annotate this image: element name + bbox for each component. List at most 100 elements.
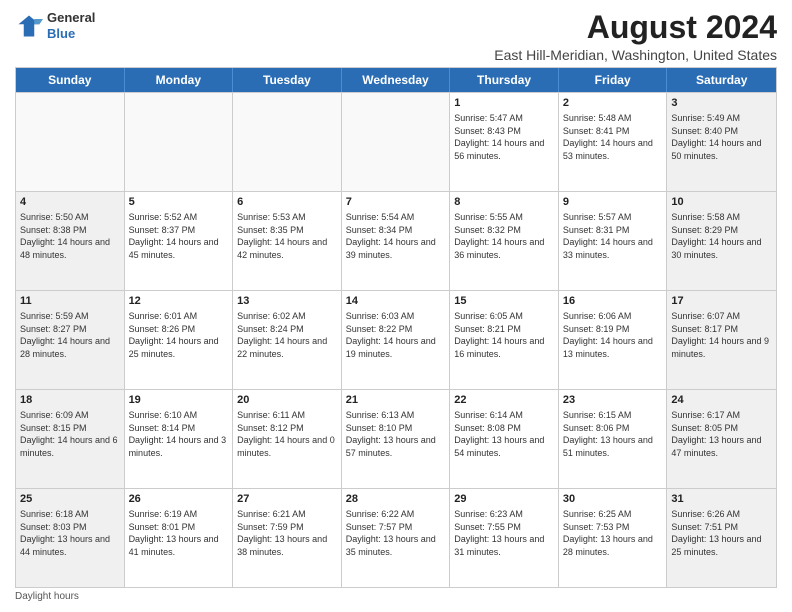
day-number: 17	[671, 294, 772, 309]
day-number: 28	[346, 492, 446, 507]
cal-cell-4-2: 27Sunrise: 6:21 AM Sunset: 7:59 PM Dayli…	[233, 489, 342, 587]
cal-cell-3-2: 20Sunrise: 6:11 AM Sunset: 8:12 PM Dayli…	[233, 390, 342, 488]
cell-info: Sunrise: 5:50 AM Sunset: 8:38 PM Dayligh…	[20, 211, 120, 261]
header-day-tuesday: Tuesday	[233, 68, 342, 92]
calendar-row-0: 1Sunrise: 5:47 AM Sunset: 8:43 PM Daylig…	[16, 92, 776, 191]
cell-info: Sunrise: 6:26 AM Sunset: 7:51 PM Dayligh…	[671, 508, 772, 558]
cell-info: Sunrise: 5:55 AM Sunset: 8:32 PM Dayligh…	[454, 211, 554, 261]
cell-info: Sunrise: 6:06 AM Sunset: 8:19 PM Dayligh…	[563, 310, 663, 360]
cell-info: Sunrise: 6:17 AM Sunset: 8:05 PM Dayligh…	[671, 409, 772, 459]
day-number: 29	[454, 492, 554, 507]
cal-cell-3-4: 22Sunrise: 6:14 AM Sunset: 8:08 PM Dayli…	[450, 390, 559, 488]
logo-general: General	[47, 10, 95, 26]
calendar-row-4: 25Sunrise: 6:18 AM Sunset: 8:03 PM Dayli…	[16, 488, 776, 587]
day-number: 22	[454, 393, 554, 408]
location-title: East Hill-Meridian, Washington, United S…	[494, 47, 777, 63]
day-number: 31	[671, 492, 772, 507]
cell-info: Sunrise: 5:54 AM Sunset: 8:34 PM Dayligh…	[346, 211, 446, 261]
day-number: 12	[129, 294, 229, 309]
cal-cell-2-2: 13Sunrise: 6:02 AM Sunset: 8:24 PM Dayli…	[233, 291, 342, 389]
cell-info: Sunrise: 6:09 AM Sunset: 8:15 PM Dayligh…	[20, 409, 120, 459]
day-number: 20	[237, 393, 337, 408]
header-day-thursday: Thursday	[450, 68, 559, 92]
cell-info: Sunrise: 6:05 AM Sunset: 8:21 PM Dayligh…	[454, 310, 554, 360]
cal-cell-2-6: 17Sunrise: 6:07 AM Sunset: 8:17 PM Dayli…	[667, 291, 776, 389]
cal-cell-2-0: 11Sunrise: 5:59 AM Sunset: 8:27 PM Dayli…	[16, 291, 125, 389]
cell-info: Sunrise: 5:48 AM Sunset: 8:41 PM Dayligh…	[563, 112, 663, 162]
day-number: 1	[454, 96, 554, 111]
cell-info: Sunrise: 6:03 AM Sunset: 8:22 PM Dayligh…	[346, 310, 446, 360]
cal-cell-0-2	[233, 93, 342, 191]
cal-cell-1-5: 9Sunrise: 5:57 AM Sunset: 8:31 PM Daylig…	[559, 192, 668, 290]
cal-cell-2-5: 16Sunrise: 6:06 AM Sunset: 8:19 PM Dayli…	[559, 291, 668, 389]
cal-cell-0-5: 2Sunrise: 5:48 AM Sunset: 8:41 PM Daylig…	[559, 93, 668, 191]
header-day-saturday: Saturday	[667, 68, 776, 92]
month-title: August 2024	[494, 10, 777, 45]
day-number: 11	[20, 294, 120, 309]
cell-info: Sunrise: 5:47 AM Sunset: 8:43 PM Dayligh…	[454, 112, 554, 162]
cell-info: Sunrise: 6:22 AM Sunset: 7:57 PM Dayligh…	[346, 508, 446, 558]
day-number: 19	[129, 393, 229, 408]
cal-cell-4-1: 26Sunrise: 6:19 AM Sunset: 8:01 PM Dayli…	[125, 489, 234, 587]
cal-cell-1-6: 10Sunrise: 5:58 AM Sunset: 8:29 PM Dayli…	[667, 192, 776, 290]
header-day-sunday: Sunday	[16, 68, 125, 92]
header-day-wednesday: Wednesday	[342, 68, 451, 92]
cal-cell-4-4: 29Sunrise: 6:23 AM Sunset: 7:55 PM Dayli…	[450, 489, 559, 587]
cell-info: Sunrise: 6:10 AM Sunset: 8:14 PM Dayligh…	[129, 409, 229, 459]
cell-info: Sunrise: 6:02 AM Sunset: 8:24 PM Dayligh…	[237, 310, 337, 360]
calendar-row-1: 4Sunrise: 5:50 AM Sunset: 8:38 PM Daylig…	[16, 191, 776, 290]
cell-info: Sunrise: 5:58 AM Sunset: 8:29 PM Dayligh…	[671, 211, 772, 261]
cal-cell-3-0: 18Sunrise: 6:09 AM Sunset: 8:15 PM Dayli…	[16, 390, 125, 488]
day-number: 9	[563, 195, 663, 210]
day-number: 4	[20, 195, 120, 210]
cell-info: Sunrise: 5:49 AM Sunset: 8:40 PM Dayligh…	[671, 112, 772, 162]
day-number: 25	[20, 492, 120, 507]
cal-cell-1-1: 5Sunrise: 5:52 AM Sunset: 8:37 PM Daylig…	[125, 192, 234, 290]
cell-info: Sunrise: 6:18 AM Sunset: 8:03 PM Dayligh…	[20, 508, 120, 558]
cal-cell-3-1: 19Sunrise: 6:10 AM Sunset: 8:14 PM Dayli…	[125, 390, 234, 488]
day-number: 2	[563, 96, 663, 111]
cal-cell-2-1: 12Sunrise: 6:01 AM Sunset: 8:26 PM Dayli…	[125, 291, 234, 389]
day-number: 16	[563, 294, 663, 309]
cal-cell-0-0	[16, 93, 125, 191]
day-number: 14	[346, 294, 446, 309]
header-day-monday: Monday	[125, 68, 234, 92]
cal-cell-0-3	[342, 93, 451, 191]
cell-info: Sunrise: 6:25 AM Sunset: 7:53 PM Dayligh…	[563, 508, 663, 558]
cal-cell-3-3: 21Sunrise: 6:13 AM Sunset: 8:10 PM Dayli…	[342, 390, 451, 488]
footer-note: Daylight hours	[15, 591, 777, 602]
page: General Blue August 2024 East Hill-Merid…	[0, 0, 792, 612]
day-number: 26	[129, 492, 229, 507]
day-number: 8	[454, 195, 554, 210]
header-day-friday: Friday	[559, 68, 668, 92]
day-number: 21	[346, 393, 446, 408]
cal-cell-3-5: 23Sunrise: 6:15 AM Sunset: 8:06 PM Dayli…	[559, 390, 668, 488]
calendar-row-3: 18Sunrise: 6:09 AM Sunset: 8:15 PM Dayli…	[16, 389, 776, 488]
cal-cell-1-0: 4Sunrise: 5:50 AM Sunset: 8:38 PM Daylig…	[16, 192, 125, 290]
cal-cell-1-4: 8Sunrise: 5:55 AM Sunset: 8:32 PM Daylig…	[450, 192, 559, 290]
cell-info: Sunrise: 5:57 AM Sunset: 8:31 PM Dayligh…	[563, 211, 663, 261]
logo-text: General Blue	[47, 10, 95, 41]
day-number: 15	[454, 294, 554, 309]
cell-info: Sunrise: 6:21 AM Sunset: 7:59 PM Dayligh…	[237, 508, 337, 558]
calendar-header: SundayMondayTuesdayWednesdayThursdayFrid…	[16, 68, 776, 92]
day-number: 23	[563, 393, 663, 408]
cell-info: Sunrise: 6:14 AM Sunset: 8:08 PM Dayligh…	[454, 409, 554, 459]
cell-info: Sunrise: 6:13 AM Sunset: 8:10 PM Dayligh…	[346, 409, 446, 459]
day-number: 6	[237, 195, 337, 210]
day-number: 27	[237, 492, 337, 507]
cell-info: Sunrise: 6:19 AM Sunset: 8:01 PM Dayligh…	[129, 508, 229, 558]
day-number: 7	[346, 195, 446, 210]
cal-cell-1-3: 7Sunrise: 5:54 AM Sunset: 8:34 PM Daylig…	[342, 192, 451, 290]
day-number: 5	[129, 195, 229, 210]
calendar-row-2: 11Sunrise: 5:59 AM Sunset: 8:27 PM Dayli…	[16, 290, 776, 389]
cell-info: Sunrise: 5:59 AM Sunset: 8:27 PM Dayligh…	[20, 310, 120, 360]
logo-blue: Blue	[47, 26, 95, 42]
day-number: 24	[671, 393, 772, 408]
cal-cell-0-1	[125, 93, 234, 191]
cal-cell-4-3: 28Sunrise: 6:22 AM Sunset: 7:57 PM Dayli…	[342, 489, 451, 587]
header: General Blue August 2024 East Hill-Merid…	[15, 10, 777, 63]
cal-cell-0-4: 1Sunrise: 5:47 AM Sunset: 8:43 PM Daylig…	[450, 93, 559, 191]
cal-cell-0-6: 3Sunrise: 5:49 AM Sunset: 8:40 PM Daylig…	[667, 93, 776, 191]
cell-info: Sunrise: 6:07 AM Sunset: 8:17 PM Dayligh…	[671, 310, 772, 360]
